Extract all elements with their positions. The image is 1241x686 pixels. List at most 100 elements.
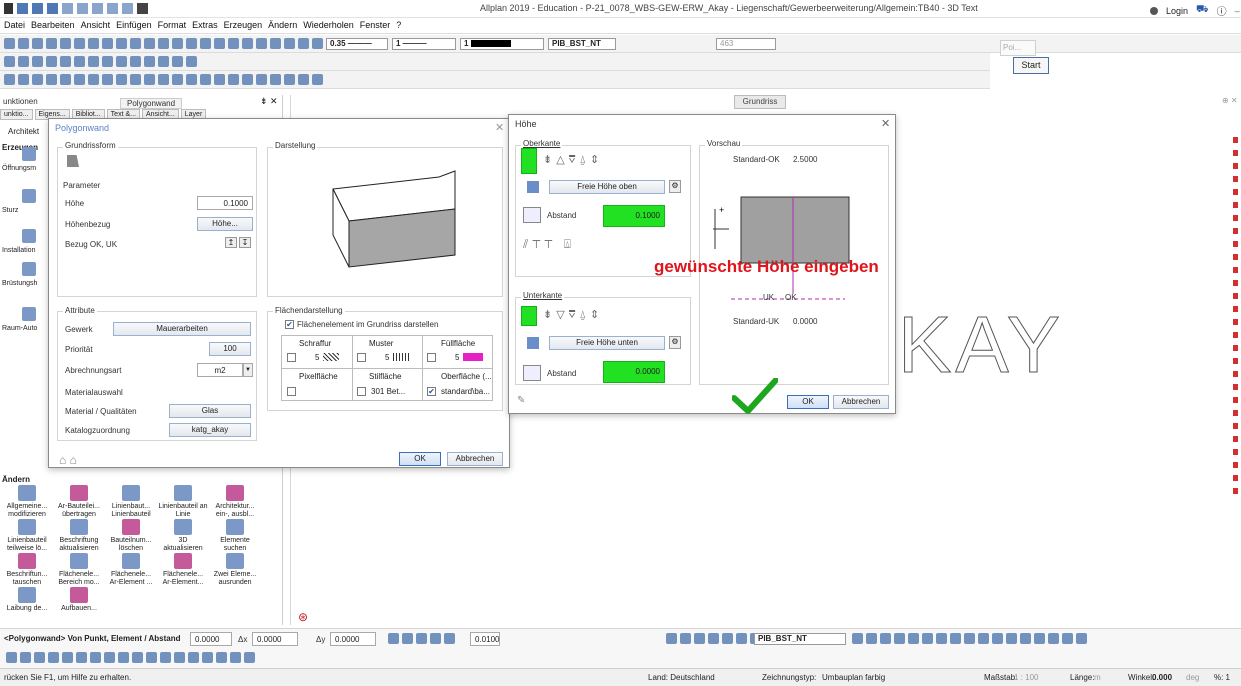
aendern-tool[interactable]: Flächenele... Ar-Element ...: [106, 553, 156, 587]
tab-grundriss[interactable]: Grundriss: [734, 95, 786, 109]
side-tool-icon[interactable]: [22, 189, 36, 203]
dx-input[interactable]: 0.0000: [252, 632, 298, 646]
bezug-ok-icon[interactable]: ↥: [225, 237, 237, 248]
aendern-tool[interactable]: Linienbauteil an Linie: [158, 485, 208, 519]
chevron-down-icon[interactable]: ▼: [243, 363, 253, 377]
fuellflaeche-value[interactable]: 5: [455, 353, 459, 362]
settings-icon[interactable]: ⚙: [669, 180, 681, 193]
dy-input[interactable]: 0.0000: [330, 632, 376, 646]
grid-input[interactable]: 0.0100: [470, 632, 500, 646]
oberflaeche-value[interactable]: standard\ba...: [441, 387, 490, 396]
line-type-select[interactable]: 1 ———: [392, 38, 456, 50]
aendern-tool[interactable]: Beschriftung aktualisieren: [54, 519, 104, 553]
layer-tools[interactable]: [852, 633, 1087, 645]
pen-thickness-select[interactable]: 0.35 ———: [326, 38, 388, 50]
aendern-tool[interactable]: Zwei Eleme... ausrunden: [210, 553, 260, 587]
side-tool-icon[interactable]: [22, 147, 36, 161]
menu-item-1[interactable]: Bearbeiten: [31, 20, 75, 30]
color-select[interactable]: 1: [460, 38, 544, 50]
muster-checkbox[interactable]: [357, 353, 366, 362]
pipette-icon[interactable]: ✎: [517, 395, 525, 406]
side-tool-icon[interactable]: [22, 262, 36, 276]
hoehe-ok-button[interactable]: OK: [787, 395, 829, 409]
menu-item-6[interactable]: Erzeugen: [224, 20, 263, 30]
abstand-oben-input[interactable]: 0.1000: [603, 205, 665, 227]
hoehe-cancel-button[interactable]: Abbrechen: [833, 395, 889, 409]
side-tool-icon[interactable]: [22, 229, 36, 243]
view-tools[interactable]: [666, 633, 761, 645]
side-tool-icon[interactable]: [22, 307, 36, 321]
gewerk-button[interactable]: Mauerarbeiten: [113, 322, 251, 336]
freie-hoehe-oben-button[interactable]: Freie Höhe oben: [549, 180, 665, 194]
aendern-tool[interactable]: Allgemeine... modifizieren: [2, 485, 52, 519]
construction-tools[interactable]: [4, 74, 323, 86]
palette-tab-0[interactable]: unktio...: [0, 109, 33, 120]
login-link[interactable]: Login: [1166, 6, 1188, 16]
aendern-tool[interactable]: Aufbauen...: [54, 587, 104, 613]
side-tool-label[interactable]: Öffnungsm: [2, 165, 36, 172]
close-icon[interactable]: ✕: [495, 121, 504, 134]
format-counter[interactable]: 463: [716, 38, 776, 50]
menu-item-9[interactable]: Fenster: [360, 20, 391, 30]
pixelflaeche-checkbox[interactable]: [287, 387, 296, 396]
side-tool-label[interactable]: Sturz: [2, 207, 18, 214]
menu-item-4[interactable]: Format: [158, 20, 187, 30]
aendern-tool[interactable]: Bauteilnum... löschen: [106, 519, 156, 553]
settings-icon[interactable]: ⚙: [669, 336, 681, 349]
edit-tools[interactable]: [4, 56, 197, 68]
zeichnungstyp-value[interactable]: Umbauplan farbig: [822, 673, 885, 682]
massstab-value[interactable]: 1 : 100: [1014, 673, 1038, 682]
aendern-tool[interactable]: Flächenele... Ar-Element...: [158, 553, 208, 587]
menu-item-5[interactable]: Extras: [192, 20, 218, 30]
stilflaeche-value[interactable]: 301 Bet...: [371, 387, 405, 396]
layer-select[interactable]: PIB_BST_NT: [548, 38, 616, 50]
viewport-controls-icon[interactable]: ⊕ ✕: [1222, 96, 1238, 105]
start-button[interactable]: Start: [1013, 57, 1049, 74]
close-icon[interactable]: ✕: [881, 117, 890, 130]
abstand-unten-input[interactable]: 0.0000: [603, 361, 665, 383]
oberflaeche-checkbox[interactable]: ✔: [427, 387, 436, 396]
right-tool-strip[interactable]: [1230, 130, 1241, 540]
schraffur-value[interactable]: 5: [315, 353, 319, 362]
bezug-uk-icon[interactable]: ↧: [239, 237, 251, 248]
favorites-icon[interactable]: ⌂ ⌂: [59, 453, 77, 467]
schraffur-checkbox[interactable]: [287, 353, 296, 362]
unterkante-mode-highlight[interactable]: [521, 306, 537, 326]
material-button[interactable]: Glas: [169, 404, 251, 418]
ok-button[interactable]: OK: [399, 452, 441, 466]
oberkante-mode-icons[interactable]: ⇟△⩢⍙⇕: [543, 153, 603, 167]
winkel-value[interactable]: 0.000: [1152, 673, 1172, 682]
stilflaeche-checkbox[interactable]: [357, 387, 366, 396]
aendern-tool[interactable]: Linienbauteil teilweise lö...: [2, 519, 52, 553]
menu-item-8[interactable]: Wiederholen: [303, 20, 354, 30]
katalog-button[interactable]: katg_akay: [169, 423, 251, 437]
prioritaet-button[interactable]: 100: [209, 342, 251, 356]
unterkante-mode-icons[interactable]: ⇟▽⩢⍙⇕: [543, 308, 603, 322]
aendern-tool[interactable]: Elemente suchen: [210, 519, 260, 553]
quick-access-toolbar[interactable]: [4, 3, 148, 14]
muster-value[interactable]: 5: [385, 353, 389, 362]
side-tool-label[interactable]: Raum-Auto: [2, 325, 37, 332]
poi-input[interactable]: Poi...: [1000, 40, 1036, 56]
snap-tools[interactable]: [388, 633, 455, 645]
standard-tools[interactable]: [4, 38, 323, 50]
help-icon[interactable]: ⓘ: [1217, 3, 1227, 18]
oberkante-profile-icons[interactable]: ⫽⊤⊤ ⍍: [523, 237, 575, 252]
aendern-tool[interactable]: Beschriftun... tauschen: [2, 553, 52, 587]
menu-item-0[interactable]: Datei: [4, 20, 25, 30]
cancel-button[interactable]: Abbrechen: [447, 452, 503, 466]
abrechnungsart-select[interactable]: m2: [197, 363, 243, 377]
hoehe-input[interactable]: 0.1000: [197, 196, 253, 210]
hoehe-button[interactable]: Höhe...: [197, 217, 253, 231]
side-tool-label[interactable]: Installation: [2, 247, 35, 254]
edit-shortcuts[interactable]: [6, 652, 255, 664]
flaechenelement-checkbox[interactable]: ✔: [285, 320, 294, 329]
oberkante-mode-highlight[interactable]: [521, 148, 537, 174]
user-icon[interactable]: [1150, 6, 1158, 15]
aendern-tool[interactable]: Architektur... ein-, ausbl...: [210, 485, 260, 519]
layer-select-bottom[interactable]: PIB_BST_NT: [754, 633, 846, 645]
architektur-label[interactable]: Architekt: [8, 127, 39, 136]
aendern-tool[interactable]: Flächenele... Bereich mo...: [54, 553, 104, 587]
aendern-tool[interactable]: Linienbaut... Linienbauteil: [106, 485, 156, 519]
pin-close-icon[interactable]: ⇟ ✕: [260, 96, 278, 107]
